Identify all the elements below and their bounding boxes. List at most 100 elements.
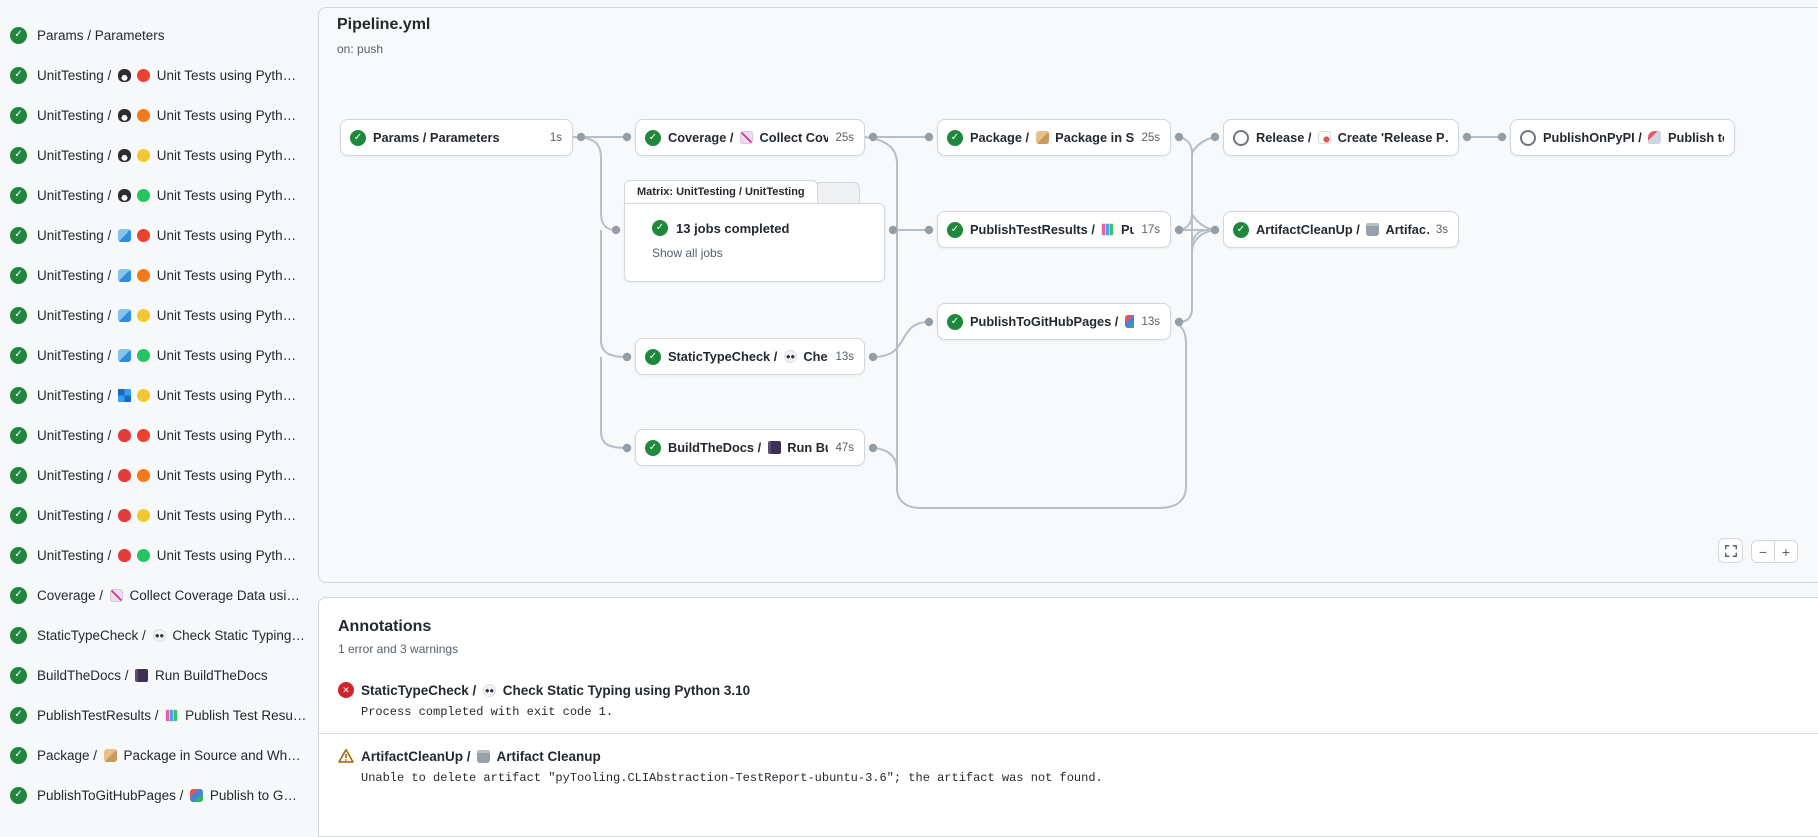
success-icon xyxy=(10,267,27,284)
sidebar-job[interactable]: UnitTesting / Unit Tests using Pyth… xyxy=(0,455,310,495)
label-text: Publish to G… xyxy=(206,788,297,803)
node-build-the-docs[interactable]: BuildTheDocs / Run Buil…47s xyxy=(635,429,865,466)
show-all-jobs-link[interactable]: Show all jobs xyxy=(652,246,723,260)
sidebar-job[interactable]: BuildTheDocs / Run BuildTheDocs xyxy=(0,655,310,695)
node-release[interactable]: Release / Create 'Release P… xyxy=(1223,119,1459,156)
matrix-completed-label: 13 jobs completed xyxy=(676,221,789,236)
label-text: UnitTesting / xyxy=(37,508,115,523)
zoom-out-button[interactable]: − xyxy=(1751,540,1775,563)
label-text: Params / Parameters xyxy=(373,130,500,145)
sidebar-job[interactable]: Coverage / Collect Coverage Data usi… xyxy=(0,575,310,615)
job-label: UnitTesting / Unit Tests using Pyth… xyxy=(37,348,296,363)
sidebar-job[interactable]: UnitTesting / Unit Tests using Pyth… xyxy=(0,415,310,455)
node-static-type-check[interactable]: StaticTypeCheck / Chec…13s xyxy=(635,338,865,375)
matrix-tab[interactable]: Matrix: UnitTesting / UnitTesting xyxy=(624,180,818,204)
sidebar-job[interactable]: UnitTesting / Unit Tests using Pyth… xyxy=(0,335,310,375)
success-icon xyxy=(652,220,668,236)
success-icon xyxy=(947,222,963,238)
node-coverage[interactable]: Coverage / Collect Cove…25s xyxy=(635,119,865,156)
label-text: UnitTesting / xyxy=(37,428,115,443)
label-text: Pu… xyxy=(1117,222,1134,237)
label-text: Unit Tests using Pyth… xyxy=(153,468,296,483)
label-text: StaticTypeCheck / xyxy=(37,628,150,643)
job-label: StaticTypeCheck / Check Static Typing… xyxy=(37,628,305,643)
label-text: Unit Tests using Pyth… xyxy=(153,108,296,123)
eyes-icon xyxy=(784,350,797,363)
fullscreen-button[interactable] xyxy=(1718,538,1743,563)
sidebar-job[interactable]: UnitTesting / Unit Tests using Pyth… xyxy=(0,295,310,335)
chart-up-icon xyxy=(110,589,123,602)
job-label: Coverage / Collect Coverage Data usi… xyxy=(37,588,300,603)
label-text: Coverage / xyxy=(37,588,107,603)
cube-icon xyxy=(118,309,131,322)
node-label: Coverage / Collect Cove… xyxy=(668,130,828,145)
sidebar-job[interactable]: UnitTesting / Unit Tests using Pyth… xyxy=(0,175,310,215)
success-icon xyxy=(947,314,963,330)
annotation-detail: Unable to delete artifact "pyTooling.CLI… xyxy=(361,771,1805,785)
success-icon xyxy=(10,467,27,484)
sidebar-job[interactable]: UnitTesting / Unit Tests using Pyth… xyxy=(0,535,310,575)
sidebar-job[interactable]: UnitTesting / Unit Tests using Pyth… xyxy=(0,55,310,95)
pipeline-graph-card xyxy=(318,7,1818,583)
matrix-card[interactable]: 13 jobs completed Show all jobs xyxy=(624,203,885,282)
sidebar-job[interactable]: UnitTesting / Unit Tests using Pyth… xyxy=(0,495,310,535)
node-publish-test-results[interactable]: PublishTestResults / Pu…17s xyxy=(937,211,1171,248)
zoom-in-button[interactable]: + xyxy=(1774,540,1798,563)
label-text: Collect Cove… xyxy=(756,130,828,145)
annotation-header: StaticTypeCheck / Check Static Typing us… xyxy=(338,682,1805,698)
node-label: Params / Parameters xyxy=(373,130,543,145)
success-icon xyxy=(1233,222,1249,238)
label-text: UnitTesting / xyxy=(37,188,115,203)
label-text: UnitTesting / xyxy=(37,228,115,243)
label-text: Unit Tests using Pyth… xyxy=(153,348,296,363)
node-label: StaticTypeCheck / Chec… xyxy=(668,349,828,364)
job-label: UnitTesting / Unit Tests using Pyth… xyxy=(37,188,296,203)
success-icon xyxy=(10,147,27,164)
job-label: UnitTesting / Unit Tests using Pyth… xyxy=(37,508,296,523)
sidebar-job[interactable]: UnitTesting / Unit Tests using Pyth… xyxy=(0,255,310,295)
job-label: UnitTesting / Unit Tests using Pyth… xyxy=(37,388,296,403)
label-text: Publish Test Resu… xyxy=(181,708,306,723)
node-duration: 13s xyxy=(1141,316,1160,328)
dot-yellow-icon xyxy=(137,509,150,522)
chart-up-icon xyxy=(740,131,753,144)
dot-green-icon xyxy=(137,549,150,562)
bar-chart-icon xyxy=(165,709,178,722)
annotations-list: StaticTypeCheck / Check Static Typing us… xyxy=(319,668,1818,799)
node-package[interactable]: Package / Package in So…25s xyxy=(937,119,1171,156)
annotation-title[interactable]: ArtifactCleanUp / Artifact Cleanup xyxy=(361,749,601,764)
sidebar-job[interactable]: UnitTesting / Unit Tests using Pyth… xyxy=(0,135,310,175)
penguin-icon xyxy=(118,109,131,122)
books-icon xyxy=(1125,315,1135,328)
dot-yellow-icon xyxy=(137,309,150,322)
error-icon xyxy=(338,682,354,698)
label-text: Unit Tests using Pyth… xyxy=(153,268,296,283)
label-text: Unit Tests using Pyth… xyxy=(153,548,296,563)
success-icon xyxy=(10,787,27,804)
package-icon xyxy=(104,749,117,762)
label-text: UnitTesting / xyxy=(37,308,115,323)
success-icon xyxy=(645,440,661,456)
node-publish-on-pypi[interactable]: PublishOnPyPI / Publish to … xyxy=(1510,119,1735,156)
node-artifact-cleanup[interactable]: ArtifactCleanUp / Artifac…3s xyxy=(1223,211,1459,248)
node-params[interactable]: Params / Parameters1s xyxy=(340,119,573,156)
sidebar-job[interactable]: Package / Package in Source and Wh… xyxy=(0,735,310,775)
annotation-title[interactable]: StaticTypeCheck / Check Static Typing us… xyxy=(361,683,750,698)
node-duration: 47s xyxy=(835,442,854,454)
sidebar-job[interactable]: UnitTesting / Unit Tests using Pyth… xyxy=(0,95,310,135)
sidebar-job[interactable]: PublishToGitHubPages / Publish to G… xyxy=(0,775,310,815)
node-publish-to-github-pages[interactable]: PublishToGitHubPages / …13s xyxy=(937,303,1171,340)
book-icon xyxy=(135,669,148,682)
sidebar-job[interactable]: UnitTesting / Unit Tests using Pyth… xyxy=(0,375,310,415)
sidebar-job[interactable]: StaticTypeCheck / Check Static Typing… xyxy=(0,615,310,655)
success-icon xyxy=(10,107,27,124)
apple-icon xyxy=(118,429,131,442)
sidebar-job[interactable]: UnitTesting / Unit Tests using Pyth… xyxy=(0,215,310,255)
label-text: Artifact Cleanup xyxy=(493,749,601,764)
sidebar-job[interactable]: Params / Parameters xyxy=(0,15,310,55)
dot-yellow-icon xyxy=(137,149,150,162)
label-text: PublishTestResults / xyxy=(970,222,1098,237)
dot-green-icon xyxy=(137,349,150,362)
label-text: UnitTesting / xyxy=(37,108,115,123)
sidebar-job[interactable]: PublishTestResults / Publish Test Resu… xyxy=(0,695,310,735)
